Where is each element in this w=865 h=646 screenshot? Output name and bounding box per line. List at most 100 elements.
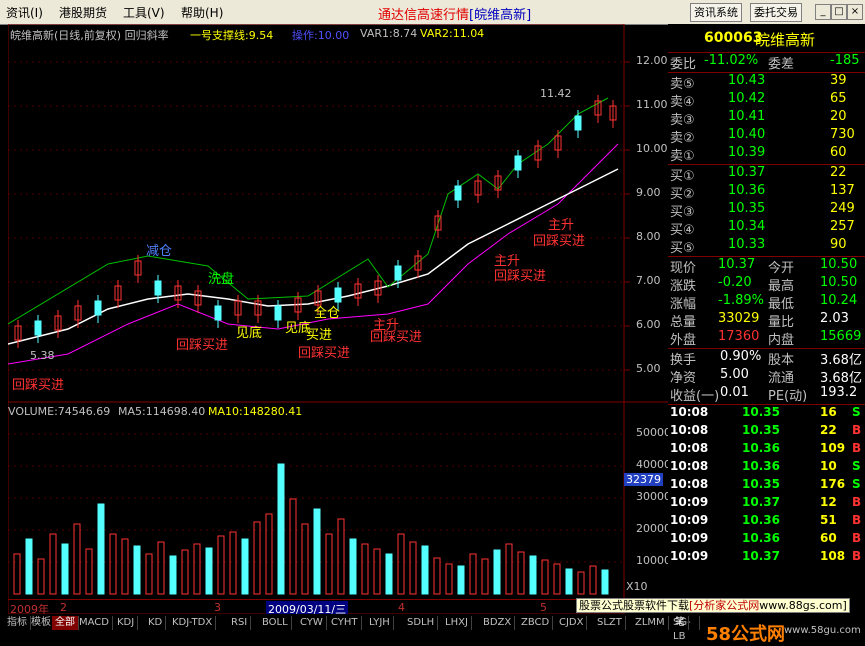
candle-body bbox=[94, 300, 102, 316]
volume-bar bbox=[85, 548, 93, 595]
app-title: 通达信高速行情[皖维高新] bbox=[378, 8, 532, 23]
ask-row: 卖② 10.40 730 bbox=[670, 127, 855, 146]
volume-bar bbox=[421, 545, 429, 595]
stat-row: 总量 33029 量比 2.03 bbox=[670, 311, 849, 330]
annot-quancang: 全仓 bbox=[314, 306, 341, 321]
stat-row: 涨跌 -0.20 最高 10.50 bbox=[670, 275, 858, 294]
ad-text-1[interactable]: 股票公式股票软件下载[分析家公式网www.88gs.com] bbox=[576, 598, 850, 613]
logo-url: www.58gu.com bbox=[784, 625, 861, 636]
volume-bar bbox=[565, 568, 573, 595]
tick-row: 10:08 10.36 109 B bbox=[670, 441, 862, 455]
volume-bar bbox=[145, 553, 153, 595]
volume-bar bbox=[193, 543, 201, 595]
price-tick: 8.00 bbox=[636, 230, 661, 243]
candle-body bbox=[454, 185, 462, 201]
quote-panel: 600063 皖维高新 委比 -11.02% 委差 -185 卖⑤ 10.43 39 卖④ 10… bbox=[668, 24, 865, 614]
price-tick: 12.00 bbox=[636, 54, 668, 67]
indicator-tab-lyjh[interactable]: LYJH bbox=[366, 616, 394, 630]
indicator-tab-sdlh[interactable]: SDLH bbox=[404, 616, 439, 630]
price-tick: 6.00 bbox=[636, 318, 661, 331]
indicator-tab-cyht[interactable]: CYHT bbox=[328, 616, 362, 630]
volume-bar bbox=[553, 563, 561, 595]
stat-row: 涨幅 -1.89% 最低 10.24 bbox=[670, 293, 858, 312]
volume-bar bbox=[577, 571, 585, 595]
price-tick: 11.00 bbox=[636, 98, 668, 111]
volume-bar bbox=[73, 523, 81, 595]
volume-bar bbox=[505, 543, 513, 595]
menu-tools[interactable]: 工具(V) bbox=[123, 4, 165, 21]
indicator-tab-指标[interactable]: 指标 bbox=[4, 616, 31, 630]
indicator-tab-kd[interactable]: KD bbox=[145, 616, 167, 630]
volume-bar bbox=[49, 533, 57, 595]
volume-bar bbox=[169, 555, 177, 595]
candle-body bbox=[34, 320, 42, 336]
volume-bar bbox=[265, 513, 273, 595]
indicator-tab-cyw[interactable]: CYW bbox=[297, 616, 327, 630]
candle-body bbox=[334, 287, 342, 303]
info-system-button[interactable]: 资讯系统 bbox=[690, 3, 742, 22]
indicator-tab-boll[interactable]: BOLL bbox=[259, 616, 292, 630]
volume-bar bbox=[13, 553, 21, 595]
stat-row: 现价 10.37 今开 10.50 bbox=[670, 257, 858, 276]
stat2-row: 换手 0.90% 股本 3.68亿 bbox=[670, 349, 862, 368]
minimize-button[interactable]: _ bbox=[815, 4, 831, 20]
volume-bar bbox=[301, 523, 309, 595]
volume-bar bbox=[325, 533, 333, 595]
indicator-tab-lhxj[interactable]: LHXJ bbox=[442, 616, 472, 630]
volume-bar bbox=[37, 558, 45, 595]
indicator-tab-macd[interactable]: MACD bbox=[76, 616, 113, 630]
indicator-tab-全部[interactable]: 全部 bbox=[52, 616, 79, 630]
volume-bar bbox=[97, 503, 105, 595]
price-tick: 7.00 bbox=[636, 274, 661, 287]
candle-body bbox=[574, 115, 582, 131]
volume-bar bbox=[493, 549, 501, 595]
indicator-tab-bdzx[interactable]: BDZX bbox=[480, 616, 516, 630]
indicator-tab-kdj[interactable]: KDJ bbox=[114, 616, 139, 630]
volume-bar bbox=[109, 533, 117, 595]
volume-bar bbox=[205, 547, 213, 595]
stat2-row: 净资 5.00 流通 3.68亿 bbox=[670, 367, 862, 386]
weibi-row: 委比 -11.02% 委差 -185 bbox=[670, 53, 860, 72]
volume-bar bbox=[313, 508, 321, 595]
volume-marker: 32379 bbox=[624, 473, 663, 486]
bid-row: 买① 10.37 22 bbox=[670, 165, 847, 184]
annot-huicai-6: 回踩买进 bbox=[533, 234, 586, 249]
indicator-tab-zlmm[interactable]: ZLMM bbox=[632, 616, 669, 630]
annot-mairu: 买进 bbox=[306, 328, 333, 343]
indicator-tab-cjdx[interactable]: CJDX bbox=[556, 616, 588, 630]
bid-row: 买⑤ 10.33 90 bbox=[670, 237, 847, 256]
volume-tick: 40000 bbox=[636, 458, 671, 471]
kline-title: 皖维高新(日线,前复权) 回归斜率 bbox=[10, 29, 169, 42]
volume-tick: 50000 bbox=[636, 426, 671, 439]
volume-tick: 10000 bbox=[636, 554, 671, 567]
menu-hk-futures[interactable]: 港股期货 bbox=[59, 4, 107, 21]
chart-area[interactable]: 皖维高新(日线,前复权) 回归斜率 一号支撑线:9.54 操作:10.00 VA… bbox=[8, 24, 671, 617]
menu-help[interactable]: 帮助(H) bbox=[181, 4, 223, 21]
indicator-tab-slzt[interactable]: SLZT bbox=[594, 616, 626, 630]
indicator-tab-模板[interactable]: 模板 bbox=[28, 616, 55, 630]
indicator-tab-kdj-tdx[interactable]: KDJ-TDX bbox=[169, 616, 217, 630]
volume-bar bbox=[373, 548, 381, 595]
bottom-bar: 指标 模板 全部 MACD KDJ KD KDJ-TDX RSI BOLL CYW CYHT LYJH… bbox=[0, 598, 865, 645]
annot-huicai-3: 回踩买进 bbox=[298, 346, 351, 361]
indicator-tab-zbcd[interactable]: ZBCD bbox=[518, 616, 554, 630]
close-button[interactable]: × bbox=[847, 4, 863, 20]
indicator-tab-rsi[interactable]: RSI bbox=[228, 616, 252, 630]
annot-huicai-4: 回踩买进 bbox=[370, 330, 423, 345]
volume-bar bbox=[457, 565, 465, 595]
volume-bar bbox=[517, 551, 525, 595]
op-value: 操作:10.00 bbox=[292, 29, 350, 42]
volume-bar bbox=[361, 543, 369, 595]
logo-58gs: 58公式网 bbox=[706, 624, 786, 645]
ask-row: 卖④ 10.42 65 bbox=[670, 91, 847, 110]
ask-row: 卖③ 10.41 20 bbox=[670, 109, 847, 128]
menu-info[interactable]: 资讯(I) bbox=[6, 4, 43, 21]
tick-row: 10:09 10.36 60 B bbox=[670, 531, 862, 545]
bottom-extra[interactable]: 笔 bbox=[672, 616, 689, 630]
trade-order-button[interactable]: 委托交易 bbox=[750, 3, 802, 22]
date-month-3: 3 bbox=[214, 601, 221, 614]
volume-ma5: MA5:114698.40 bbox=[118, 405, 206, 418]
annot-huicai-2: 回踩买进 bbox=[176, 338, 229, 353]
volume-bar bbox=[277, 463, 285, 595]
maximize-button[interactable]: □ bbox=[831, 4, 847, 20]
